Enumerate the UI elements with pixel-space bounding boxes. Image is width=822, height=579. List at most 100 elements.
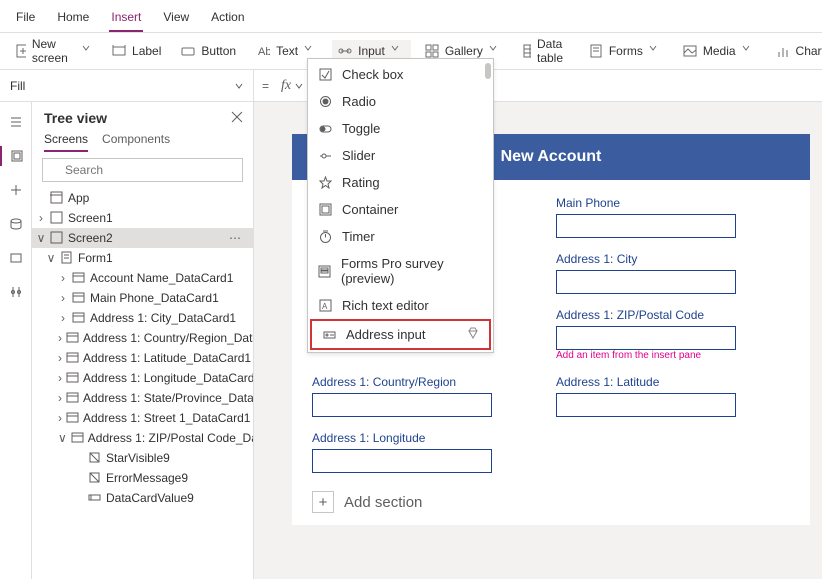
media-icon	[683, 44, 697, 58]
menu-item-richtext[interactable]: A Rich text editor	[308, 292, 493, 319]
property-selector[interactable]: Fill	[0, 70, 254, 101]
input-country[interactable]	[312, 393, 492, 417]
menu-item-star[interactable]: Rating	[308, 169, 493, 196]
tab-screens[interactable]: Screens	[44, 132, 88, 152]
tree-node[interactable]: ›Screen1	[32, 208, 253, 228]
tree-node-label: Address 1: Country/Region_DataCard1	[83, 331, 253, 345]
input-icon	[338, 44, 352, 58]
tree-node-label: Account Name_DataCard1	[90, 271, 233, 285]
menu-item-label: Rich text editor	[342, 298, 429, 313]
tree-node[interactable]: App	[32, 188, 253, 208]
tree-node[interactable]: ›Address 1: State/Province_DataCard1	[32, 388, 253, 408]
tree-node-label: Address 1: State/Province_DataCard1	[83, 391, 253, 405]
menu-item-label: Radio	[342, 94, 376, 109]
forms-button[interactable]: Forms	[583, 40, 669, 62]
menu-item-label: Forms Pro survey (preview)	[341, 256, 483, 286]
left-rail	[0, 102, 32, 579]
data-table-button[interactable]: Data table	[517, 33, 575, 69]
label-icon	[112, 44, 126, 58]
tree-node-label: App	[68, 191, 89, 205]
tree-node[interactable]: ∨Screen2⋯	[32, 228, 253, 248]
premium-diamond-icon	[467, 327, 479, 342]
tree-node[interactable]: ›Address 1: Country/Region_DataCard1	[32, 328, 253, 348]
menu-home[interactable]: Home	[55, 6, 91, 32]
input-main-phone[interactable]	[556, 214, 736, 238]
input-longitude[interactable]	[312, 449, 492, 473]
tree-node[interactable]: DataCardValue9	[32, 488, 253, 508]
menu-item-container[interactable]: Container	[308, 196, 493, 223]
menu-item-timer[interactable]: Timer	[308, 223, 493, 250]
svg-text:A: A	[322, 302, 328, 311]
menu-item-radio[interactable]: Radio	[308, 88, 493, 115]
menu-action[interactable]: Action	[209, 6, 246, 32]
tree-node-label: DataCardValue9	[106, 491, 194, 505]
field-main-phone: Main Phone	[556, 196, 756, 238]
search-input[interactable]	[42, 158, 243, 182]
tree-node[interactable]: StarVisible9	[32, 448, 253, 468]
close-icon[interactable]	[231, 111, 243, 126]
tree-node[interactable]: ErrorMessage9	[32, 468, 253, 488]
menu-view[interactable]: View	[161, 6, 191, 32]
rail-insert[interactable]	[6, 180, 26, 200]
input-latitude[interactable]	[556, 393, 736, 417]
screen-icon	[50, 231, 64, 245]
chevron-down-icon	[235, 82, 243, 90]
tree-node[interactable]: ›Address 1: Latitude_DataCard1	[32, 348, 253, 368]
rail-data[interactable]	[6, 214, 26, 234]
scrollbar-thumb[interactable]	[485, 63, 491, 79]
label-button[interactable]: Label	[106, 40, 167, 62]
forms-icon	[318, 264, 331, 278]
tree-node[interactable]: ›Address 1: City_DataCard1	[32, 308, 253, 328]
menu-item-address[interactable]: Address input	[310, 319, 491, 350]
slider-icon	[318, 149, 332, 163]
more-icon[interactable]: ⋯	[229, 231, 249, 245]
media-button[interactable]: Media	[677, 40, 762, 62]
tree-node[interactable]: ›Main Phone_DataCard1	[32, 288, 253, 308]
rail-tree-view[interactable]	[0, 146, 31, 166]
card-icon	[66, 371, 79, 385]
menu-item-label: Timer	[342, 229, 375, 244]
forms-icon	[589, 44, 603, 58]
tree: App ›Screen1∨Screen2⋯∨Form1›Account Name_…	[32, 188, 253, 579]
tree-node[interactable]: ∨Address 1: ZIP/Postal Code_DataCard1	[32, 428, 253, 448]
rail-advanced[interactable]	[6, 282, 26, 302]
input-zip[interactable]	[556, 326, 736, 350]
card-icon	[66, 411, 79, 425]
fx-icon[interactable]: fx	[277, 78, 295, 94]
charts-icon	[776, 44, 790, 58]
tree-node-label: Form1	[78, 251, 113, 265]
tree-node[interactable]: ›Account Name_DataCard1	[32, 268, 253, 288]
chevron-down-icon[interactable]	[295, 82, 303, 90]
menu-item-checkbox[interactable]: Check box	[308, 61, 493, 88]
charts-label: Charts	[796, 44, 822, 58]
menu-insert[interactable]: Insert	[109, 6, 143, 32]
chevron-down-icon	[391, 44, 405, 58]
svg-text:Ab: Ab	[258, 46, 270, 58]
tree-node-label: Main Phone_DataCard1	[90, 291, 219, 305]
button-label: Button	[201, 44, 236, 58]
card-icon	[72, 271, 86, 285]
button-button[interactable]: Button	[175, 40, 242, 62]
tree-node-label: Address 1: ZIP/Postal Code_DataCard1	[88, 431, 253, 445]
label-latitude: Address 1: Latitude	[556, 375, 756, 389]
field-latitude: Address 1: Latitude	[556, 375, 756, 417]
add-section-button[interactable]: + Add section	[292, 479, 810, 525]
menu-item-toggle[interactable]: Toggle	[308, 115, 493, 142]
menu-item-forms[interactable]: Forms Pro survey (preview)	[308, 250, 493, 292]
menu-file[interactable]: File	[14, 6, 37, 32]
tree-node[interactable]: ›Address 1: Street 1_DataCard1	[32, 408, 253, 428]
menu-item-slider[interactable]: Slider	[308, 142, 493, 169]
rail-media[interactable]	[6, 248, 26, 268]
new-screen-button[interactable]: New screen	[10, 33, 98, 69]
charts-button[interactable]: Charts	[770, 40, 822, 62]
rail-hamburger[interactable]	[6, 112, 26, 132]
tree-node[interactable]: ∨Form1	[32, 248, 253, 268]
menu-item-label: Address input	[346, 327, 426, 342]
tree-node[interactable]: ›Address 1: Longitude_DataCard1	[32, 368, 253, 388]
button-icon	[181, 44, 195, 58]
tree-node-label: Address 1: Longitude_DataCard1	[83, 371, 253, 385]
tab-components[interactable]: Components	[102, 132, 170, 152]
tree-node-label: ErrorMessage9	[106, 471, 188, 485]
input-city[interactable]	[556, 270, 736, 294]
label-longitude: Address 1: Longitude	[312, 431, 512, 445]
